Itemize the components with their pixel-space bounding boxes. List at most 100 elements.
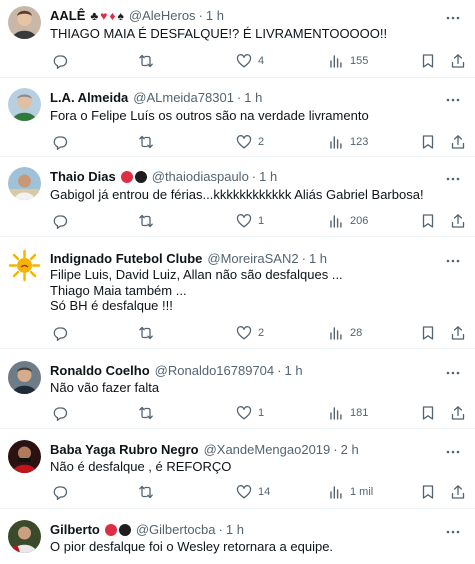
tweet[interactable]: Gilberto @Gilbertocba · 1 h O pior desfa…: [0, 509, 475, 564]
share-button[interactable]: [450, 133, 466, 151]
like-count: 14: [258, 486, 271, 498]
retweet-button[interactable]: [138, 133, 160, 151]
tweet-text-line: Filipe Luis, David Luiz, Allan não são d…: [50, 267, 343, 282]
views-button[interactable]: 28: [328, 324, 362, 342]
bookmark-button[interactable]: [420, 212, 436, 230]
share-button[interactable]: [450, 52, 466, 70]
more-icon[interactable]: [445, 524, 461, 540]
display-name[interactable]: Indignado Futebol Clube: [50, 251, 202, 267]
retweet-icon: [139, 135, 153, 149]
reply-button[interactable]: [52, 212, 74, 230]
bookmark-icon: [422, 406, 434, 420]
like-button[interactable]: 1: [236, 404, 264, 422]
share-button[interactable]: [450, 212, 466, 230]
more-icon[interactable]: [445, 444, 461, 460]
views-button[interactable]: 206: [328, 212, 368, 230]
reply-button[interactable]: [52, 483, 74, 501]
like-button[interactable]: 2: [236, 324, 264, 342]
heart-icon: [236, 485, 252, 499]
like-button[interactable]: 1: [236, 212, 264, 230]
timestamp[interactable]: 1 h: [309, 251, 327, 267]
more-icon[interactable]: [445, 365, 461, 381]
tweet[interactable]: Baba Yaga Rubro Negro @XandeMengao2019 ·…: [0, 429, 475, 509]
tweet[interactable]: Thaio Dias @thaiodiaspaulo · 1 h Gabigol…: [0, 157, 475, 237]
share-button[interactable]: [450, 483, 466, 501]
views-count: 123: [350, 136, 369, 148]
avatar[interactable]: [8, 440, 41, 473]
share-button[interactable]: [450, 404, 466, 422]
bookmark-icon: [422, 214, 434, 228]
heart-icon: [236, 135, 252, 149]
bookmark-button[interactable]: [420, 404, 436, 422]
tweet-text-line: Só BH é desfalque !!!: [50, 298, 173, 313]
user-handle[interactable]: @ALmeida78301: [133, 90, 234, 106]
user-handle[interactable]: @Gilbertocba: [136, 522, 216, 538]
display-name[interactable]: L.A. Almeida: [50, 90, 128, 106]
user-handle[interactable]: @XandeMengao2019: [204, 442, 331, 458]
views-count: 206: [350, 215, 369, 227]
retweet-button[interactable]: [138, 324, 160, 342]
display-name[interactable]: Baba Yaga Rubro Negro: [50, 442, 199, 458]
tweet[interactable]: AALÊ ♣ ♥ ♦ ♠ @AleHeros · 1 h THIAGO MAIA…: [0, 0, 475, 78]
reply-button[interactable]: [52, 52, 74, 70]
tweet[interactable]: Ronaldo Coelho @Ronaldo16789704 · 1 h Nã…: [0, 349, 475, 429]
reply-icon: [53, 136, 68, 150]
action-bar: 4 155: [40, 52, 467, 70]
reply-button[interactable]: [52, 324, 74, 342]
like-button[interactable]: 4: [236, 52, 264, 70]
avatar[interactable]: [8, 6, 41, 39]
views-button[interactable]: 155: [328, 52, 368, 70]
timestamp[interactable]: 1 h: [284, 363, 302, 379]
tweet-text-line: Não vão fazer falta: [50, 380, 160, 395]
bookmark-button[interactable]: [420, 133, 436, 151]
reply-button[interactable]: [52, 133, 74, 151]
tweet[interactable]: Indignado Futebol Clube @MoreiraSAN2 · 1…: [0, 237, 475, 349]
tweet[interactable]: L.A. Almeida @ALmeida78301 · 1 h Fora o …: [0, 78, 475, 157]
retweet-icon: [139, 326, 153, 340]
retweet-button[interactable]: [138, 52, 160, 70]
display-name[interactable]: Thaio Dias: [50, 169, 116, 185]
user-handle[interactable]: @Ronaldo16789704: [155, 363, 274, 379]
timestamp[interactable]: 1 h: [244, 90, 262, 106]
display-name[interactable]: AALÊ: [50, 8, 85, 24]
share-button[interactable]: [450, 324, 466, 342]
avatar[interactable]: [8, 520, 41, 553]
more-icon[interactable]: [445, 10, 461, 26]
tweet-header: L.A. Almeida @ALmeida78301 · 1 h: [50, 90, 465, 106]
retweet-button[interactable]: [138, 212, 160, 230]
retweet-button[interactable]: [138, 483, 160, 501]
bookmark-button[interactable]: [420, 52, 436, 70]
avatar[interactable]: [8, 361, 41, 394]
views-button[interactable]: 1 mil: [328, 483, 373, 501]
like-count: 2: [258, 136, 265, 148]
views-button[interactable]: 181: [328, 404, 368, 422]
retweet-button[interactable]: [138, 404, 160, 422]
like-button[interactable]: 2: [236, 133, 264, 151]
user-handle[interactable]: @AleHeros: [129, 8, 196, 24]
tweet-text-line: O pior desfalque foi o Wesley retornara …: [50, 539, 334, 554]
more-icon[interactable]: [445, 92, 461, 108]
bookmark-button[interactable]: [420, 324, 436, 342]
user-handle[interactable]: @MoreiraSAN2: [207, 251, 298, 267]
views-icon: [330, 486, 342, 499]
more-icon[interactable]: [445, 171, 461, 187]
avatar[interactable]: [8, 249, 41, 282]
reply-button[interactable]: [52, 404, 74, 422]
avatar[interactable]: [8, 88, 41, 121]
timestamp[interactable]: 1 h: [259, 169, 277, 185]
like-button[interactable]: 14: [236, 483, 270, 501]
views-icon: [330, 55, 342, 68]
timestamp[interactable]: 2 h: [341, 442, 359, 458]
timestamp[interactable]: 1 h: [206, 8, 224, 24]
tweet-header: AALÊ ♣ ♥ ♦ ♠ @AleHeros · 1 h: [50, 8, 465, 24]
views-button[interactable]: 123: [328, 133, 368, 151]
tweet-text: Gabigol já entrou de férias...kkkkkkkkkk…: [50, 187, 461, 203]
display-name[interactable]: Gilberto: [50, 522, 100, 538]
reply-icon: [53, 55, 68, 69]
display-name[interactable]: Ronaldo Coelho: [50, 363, 150, 379]
user-handle[interactable]: @thaiodiaspaulo: [152, 169, 249, 185]
reply-icon: [53, 327, 68, 341]
avatar[interactable]: [8, 167, 41, 200]
bookmark-button[interactable]: [420, 483, 436, 501]
timestamp[interactable]: 1 h: [226, 522, 244, 538]
